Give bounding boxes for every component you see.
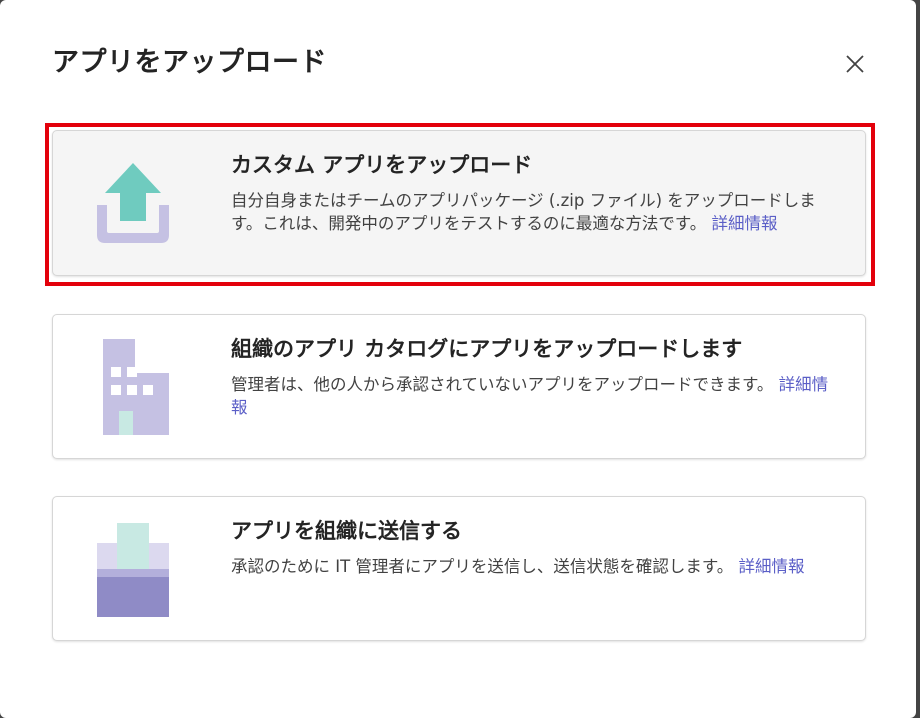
option-description: 承認のために IT 管理者にアプリを送信し、送信状態を確認します。 詳細情報 [231, 557, 805, 576]
office-building-icon [93, 337, 173, 437]
upload-app-dialog: アプリをアップロード カスタム アプリをアップロード 自分自身またはチームのアプ… [0, 0, 916, 718]
upload-arrow-icon [93, 153, 173, 253]
option-title: カスタム アプリをアップロード [231, 153, 533, 177]
learn-more-link[interactable]: 詳細情報 [711, 214, 777, 233]
learn-more-link[interactable]: 詳細情報 [739, 557, 805, 576]
option-description: 管理者は、他の人から承認されていないアプリをアップロードできます。 詳細情報 [231, 375, 829, 417]
close-button[interactable] [838, 47, 872, 81]
option-title: アプリを組織に送信する [231, 519, 462, 543]
upload-to-org-catalog-option[interactable]: 組織のアプリ カタログにアプリをアップロードします 管理者は、他の人から承認され… [52, 314, 866, 459]
dialog-title: アプリをアップロード [52, 47, 327, 78]
upload-custom-app-option[interactable]: カスタム アプリをアップロード 自分自身またはチームのアプリパッケージ (.zi… [52, 130, 866, 276]
option-title: 組織のアプリ カタログにアプリをアップロードします [231, 337, 743, 361]
submit-app-to-org-option[interactable]: アプリを組織に送信する 承認のために IT 管理者にアプリを送信し、送信状態を確… [52, 496, 866, 641]
submit-box-icon [93, 519, 173, 619]
option-description: 自分自身またはチームのアプリパッケージ (.zip ファイル) をアップロードし… [231, 191, 816, 233]
close-icon [846, 55, 864, 73]
